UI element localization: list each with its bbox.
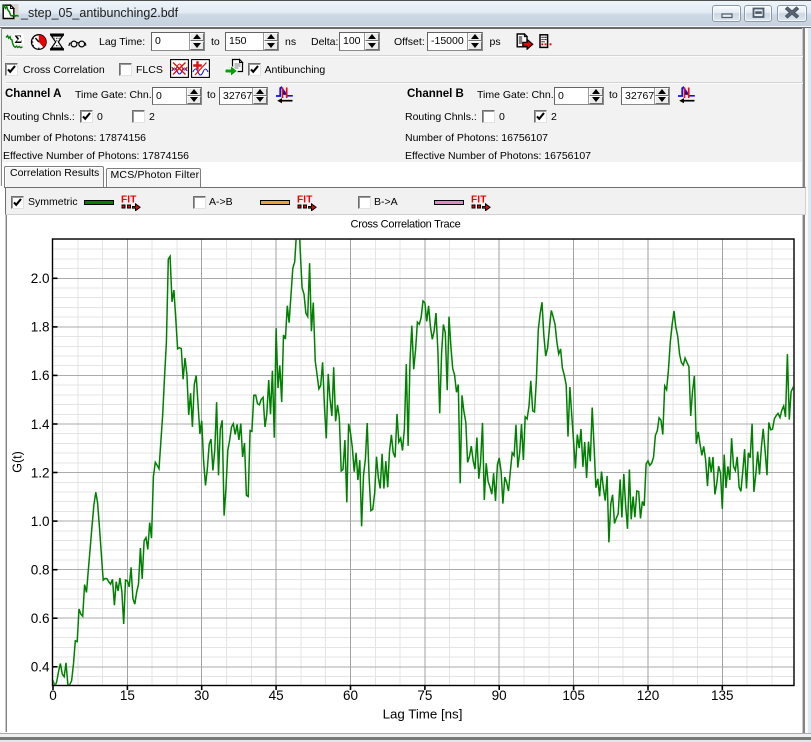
svg-text:15: 15 [120, 688, 135, 703]
svg-text:30: 30 [194, 688, 209, 703]
svg-text:Cross Correlation Trace: Cross Correlation Trace [351, 219, 461, 231]
svg-text:0.6: 0.6 [31, 611, 50, 626]
svg-text:1.2: 1.2 [31, 465, 50, 480]
svg-text:1.6: 1.6 [31, 368, 50, 383]
svg-text:1.0: 1.0 [31, 514, 50, 529]
svg-text:45: 45 [269, 688, 284, 703]
svg-text:FIT: FIT [471, 195, 487, 206]
svg-text:1.8: 1.8 [31, 320, 50, 335]
svg-text:75: 75 [417, 688, 432, 703]
svg-text:Lag Time [ns]: Lag Time [ns] [383, 707, 463, 722]
svg-text:1.4: 1.4 [31, 417, 50, 432]
svg-text:FIT: FIT [297, 195, 313, 206]
svg-text:0.4: 0.4 [31, 660, 50, 675]
svg-text:135: 135 [711, 688, 734, 703]
svg-text:120: 120 [637, 688, 660, 703]
svg-text:2.0: 2.0 [31, 271, 50, 286]
svg-text:FIT: FIT [121, 195, 137, 206]
svg-text:G(t): G(t) [11, 451, 25, 473]
svg-text:Σ: Σ [15, 34, 23, 46]
svg-text:90: 90 [492, 688, 507, 703]
svg-text:0.8: 0.8 [31, 563, 50, 578]
svg-text:60: 60 [343, 688, 358, 703]
svg-text:0: 0 [49, 688, 57, 703]
svg-text:105: 105 [562, 688, 585, 703]
